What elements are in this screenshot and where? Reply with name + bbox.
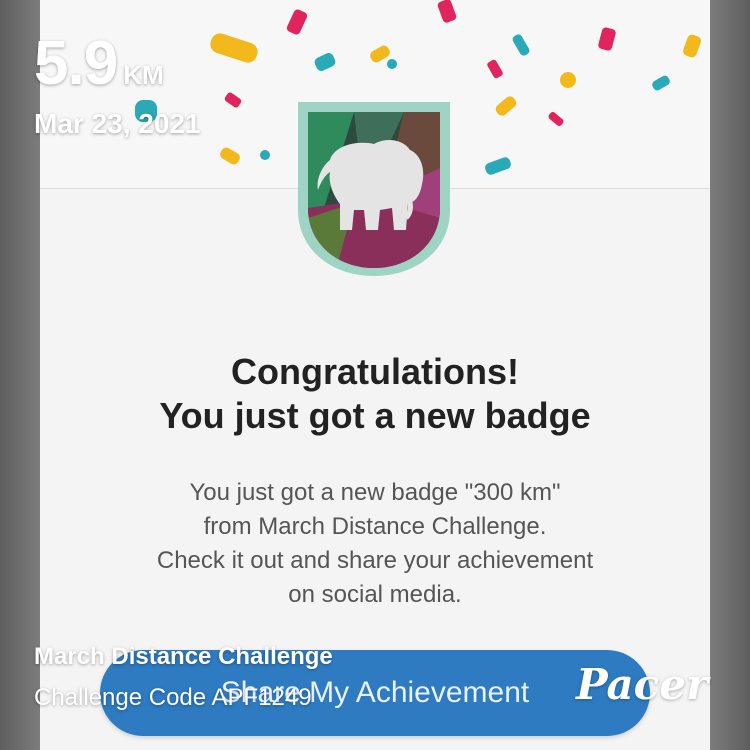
activity-date: Mar 23, 2021	[34, 108, 201, 139]
title-line-1: Congratulations!	[231, 351, 519, 392]
distance-readout: 5.9 KM	[34, 28, 164, 99]
congratulations-title: Congratulations! You just got a new badg…	[40, 350, 710, 438]
description-line: from March Distance Challenge.	[203, 513, 547, 540]
description-line: You just got a new badge "300 km"	[189, 479, 561, 506]
challenge-code: Challenge Code APF1249	[34, 684, 312, 711]
title-line-2: You just got a new badge	[159, 395, 591, 436]
description-line: Check it out and share your achievement	[156, 547, 594, 574]
badge-description: You just got a new badge "300 km" from M…	[40, 476, 710, 612]
elephant-badge-icon	[298, 102, 450, 276]
distance-value: 5.9	[34, 29, 118, 98]
background-right	[710, 0, 750, 750]
challenge-name: March Distance Challenge	[34, 643, 333, 670]
description-line: on social media.	[288, 581, 462, 608]
pacer-logo: Pacer	[576, 660, 709, 709]
distance-unit: KM	[123, 60, 164, 90]
